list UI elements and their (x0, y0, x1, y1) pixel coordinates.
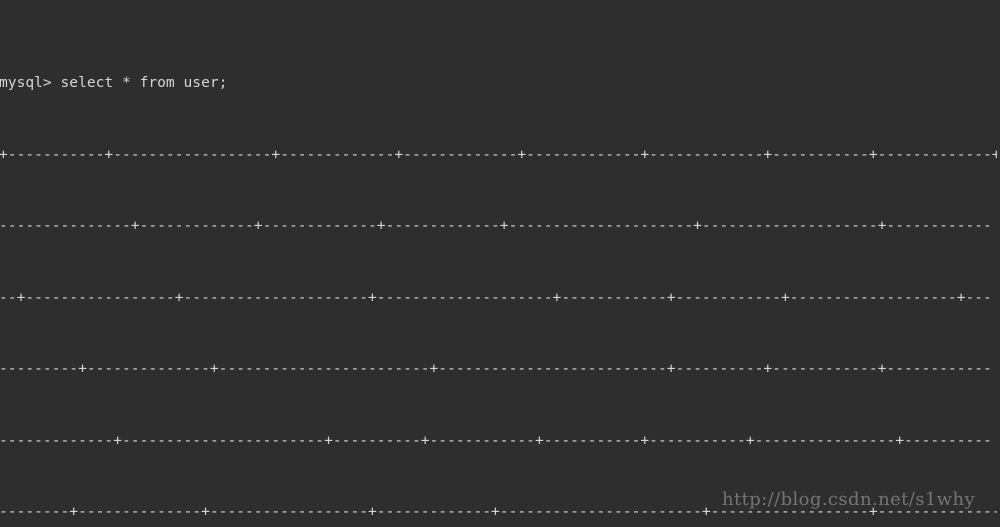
terminal-line-separator: ---------+--------------+---------------… (0, 360, 992, 378)
terminal-line-separator: --+-----------------+-------------------… (0, 288, 992, 306)
terminal-output[interactable]: mysql> select * from user; +-----------+… (0, 0, 1000, 527)
terminal-line-separator: --------+--------------+----------------… (0, 503, 1000, 521)
terminal-line-separator: -------------+-----------------------+--… (0, 431, 992, 449)
terminal-line-prompt: mysql> select * from user; (0, 74, 228, 92)
terminal-line-separator: +-----------+------------------+--------… (0, 145, 1000, 163)
terminal-window[interactable]: mysql> select * from user; +-----------+… (0, 0, 1000, 527)
terminal-line-separator: ---------------+-------------+----------… (0, 217, 992, 235)
